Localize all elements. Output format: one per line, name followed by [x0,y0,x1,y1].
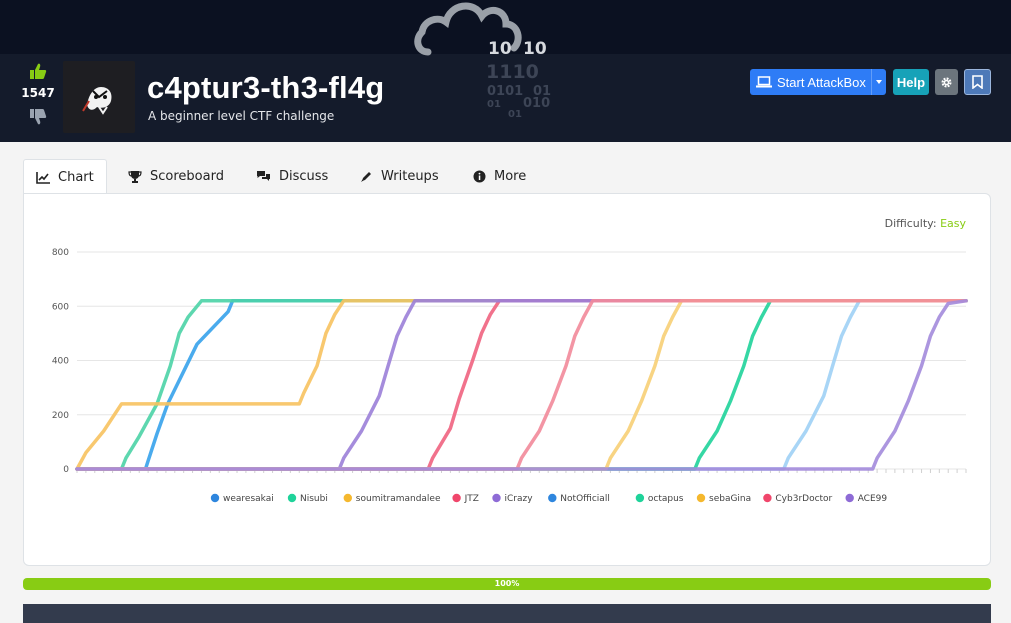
chart-panel: Difficulty: Easy 0 200 400 600 800 wearesakai… [23,193,991,566]
legend-label: ACE99 [858,494,888,504]
bookmark-icon [972,75,983,89]
help-label: Help [896,74,926,90]
tab-label: Writeups [381,169,439,184]
chart-line-icon [36,171,50,184]
laptop-icon [756,76,772,88]
room-progress-bar: 100% [23,578,991,590]
legend-label: soumitramandalee [356,494,441,504]
tab-chart[interactable]: Chart [23,159,107,195]
legend-label: JTZ [464,494,479,504]
y-tick-label: 0 [63,465,69,475]
tab-label: Scoreboard [150,169,224,184]
trophy-icon [128,171,142,183]
bit-text: 10 [488,39,512,59]
bit-text: 1110 [486,61,539,83]
legend-label: sebaGina [709,494,751,504]
series-line [75,299,968,471]
series-line [75,299,968,471]
start-attackbox-button[interactable]: Start AttackBox [750,69,886,95]
vote-count: 1547 [21,86,55,100]
tab-writeups[interactable]: Writeups [360,159,439,194]
tab-more[interactable]: More [473,159,526,194]
legend-label: wearesakai [223,494,274,504]
button-divider [871,69,872,95]
legend-swatch [343,493,352,503]
progress-fill: 100% [23,578,991,590]
y-tick-label: 800 [52,248,69,258]
bit-text: 010 [523,96,550,111]
task-header-bar[interactable] [23,604,991,623]
legend-label: Nisubi [300,494,328,504]
legend-label: Cyb3rDoctor [775,494,832,504]
y-tick-label: 600 [52,302,69,312]
tab-scoreboard[interactable]: Scoreboard [128,159,224,194]
tab-label: Discuss [279,169,329,184]
bit-text: 01 [487,99,501,110]
bit-text: 10 [523,39,547,59]
settings-button[interactable] [935,69,958,95]
info-circle-icon [473,170,486,183]
y-tick-label: 200 [52,411,69,421]
bit-text: 0101 [487,84,523,99]
progress-line-chart: 0 200 400 600 800 wearesakai Nisubi soumitraman… [52,248,968,504]
room-title: c4ptur3-th3-fl4g [147,70,385,105]
comments-icon [257,171,270,181]
tab-discuss[interactable]: Discuss [256,159,328,194]
legend-swatch [635,493,645,503]
tab-label: More [494,169,527,184]
legend-swatch [452,493,461,503]
vote-widget: 1547 [20,62,56,126]
legend-swatch [210,493,220,503]
series-line [75,299,968,471]
series-line [75,299,968,471]
series-line [75,299,968,471]
start-attackbox-label: Start AttackBox [777,74,866,90]
legend-swatch [548,493,557,503]
legend-swatch [845,493,854,503]
room-logo-image [82,87,112,115]
bit-text: 01 [508,109,522,120]
tab-label: Chart [58,170,94,185]
legend-swatch [763,493,772,503]
help-button[interactable]: Help [893,69,929,95]
legend-label: NotOfficiall [560,494,610,504]
bookmark-button[interactable] [964,69,991,95]
y-tick-label: 400 [52,357,69,367]
progress-label: 100% [494,579,520,588]
series-line [75,299,968,471]
series-line [75,299,968,471]
series-line [75,299,968,471]
cloud-binary-art: 10 10 1110 0101 01 01 010 01 [414,2,551,120]
room-avatar [63,61,135,133]
legend-swatch [696,493,706,503]
series-line [75,299,968,471]
pen-icon [361,172,371,182]
dropdown-caret-icon[interactable] [876,80,882,84]
legend-swatch [492,493,501,503]
series-line [75,299,968,471]
gear-icon [941,76,952,88]
legend-label: octapus [648,494,684,504]
legend-swatch [287,493,297,503]
thumbs-down-icon[interactable] [29,108,47,126]
thumbs-up-icon[interactable] [29,62,47,80]
room-subtitle: A beginner level CTF challenge [148,109,335,123]
legend-label: iCrazy [505,494,534,504]
